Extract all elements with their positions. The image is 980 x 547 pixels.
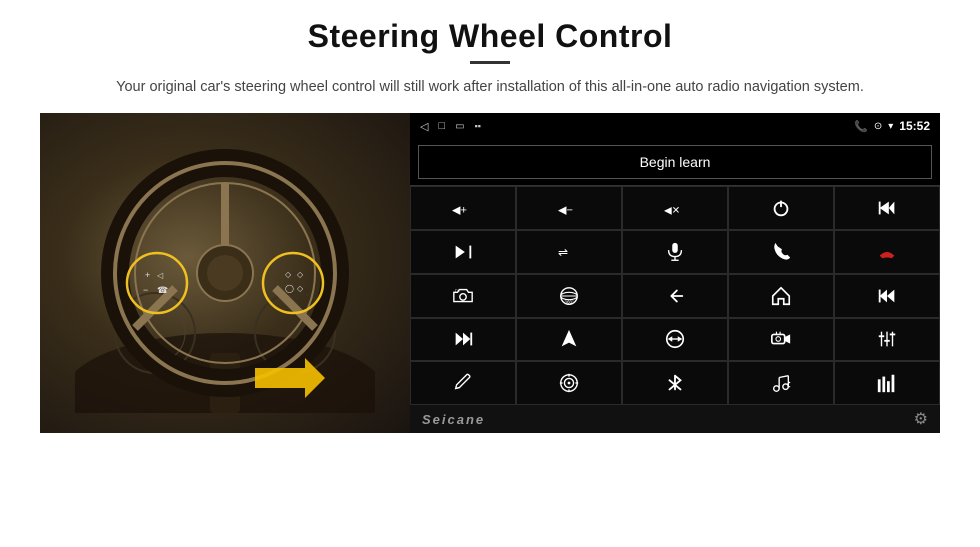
content-row: + − ◁ ☎ ◇ ◇ ◯ ◇ <box>40 113 940 433</box>
vol-down-button[interactable]: ◀− <box>516 186 622 230</box>
back-arrow-icon <box>664 285 686 307</box>
svg-text:◀+: ◀+ <box>452 205 467 217</box>
svg-text:◯: ◯ <box>285 284 294 293</box>
view-360-button[interactable]: 360° <box>516 274 622 318</box>
navigation-icon <box>558 328 580 350</box>
hang-up-button[interactable] <box>834 230 940 274</box>
navigation-button[interactable] <box>516 318 622 362</box>
pen-button[interactable] <box>410 361 516 405</box>
page: Steering Wheel Control Your original car… <box>0 0 980 547</box>
skip-back2-button[interactable] <box>834 274 940 318</box>
mute-icon: ◀✕ <box>664 197 686 219</box>
back-nav-icon[interactable]: ◁ <box>420 120 428 133</box>
svg-text:+: + <box>145 270 150 280</box>
android-panel: ◁ □ ▭ ▪▪ 📞 ⊙ ▾ 15:52 Begin learn <box>410 113 940 433</box>
control-grid: ◀+ ◀− ◀✕ <box>410 185 940 405</box>
equalizer-icon <box>876 328 898 350</box>
home-nav-icon[interactable]: □ <box>438 120 445 132</box>
begin-learn-row: Begin learn <box>410 139 940 185</box>
svg-text:◇: ◇ <box>297 270 304 279</box>
time-display: 15:52 <box>899 119 930 133</box>
eq-button[interactable] <box>834 318 940 362</box>
phone-icon <box>770 241 792 263</box>
audio-bars-button[interactable] <box>834 361 940 405</box>
dashcam-icon <box>770 328 792 350</box>
skip-fwd-icon <box>452 241 474 263</box>
power-icon <box>770 197 792 219</box>
svg-text:◀✕: ◀✕ <box>664 206 680 217</box>
prev-track-button[interactable] <box>834 186 940 230</box>
audio-bars-icon <box>876 372 898 394</box>
wifi-status-icon: ▾ <box>888 121 893 132</box>
phone-button[interactable] <box>728 230 834 274</box>
status-right: 📞 ⊙ ▾ 15:52 <box>854 119 930 133</box>
page-title: Steering Wheel Control <box>308 18 673 55</box>
music-button[interactable] <box>728 361 834 405</box>
svg-text:◀−: ◀− <box>558 205 573 217</box>
home-icon <box>770 285 792 307</box>
pen-icon <box>452 372 474 394</box>
android-bottom-bar: Seicane ⚙ <box>410 405 940 433</box>
swap-icon <box>664 328 686 350</box>
prev-track-icon <box>876 197 898 219</box>
dashcam-button[interactable] <box>728 318 834 362</box>
svg-text:☎: ☎ <box>157 285 168 295</box>
shuffle-button[interactable]: ⇌ <box>516 230 622 274</box>
settings-gear-icon[interactable]: ⚙ <box>914 409 928 429</box>
car-photo-inner: + − ◁ ☎ ◇ ◇ ◯ ◇ <box>40 113 410 433</box>
steering-wheel-svg: + − ◁ ☎ ◇ ◇ ◯ ◇ <box>75 133 375 413</box>
view-360-icon: 360° <box>558 285 580 307</box>
svg-text:360°: 360° <box>564 299 574 304</box>
mic-button[interactable] <box>622 230 728 274</box>
mic-icon <box>664 241 686 263</box>
target-icon <box>558 372 580 394</box>
skip-back2-icon <box>876 285 898 307</box>
vol-up-button[interactable]: ◀+ <box>410 186 516 230</box>
svg-text:⇌: ⇌ <box>558 245 568 259</box>
seicane-logo: Seicane <box>422 412 485 427</box>
status-left: ◁ □ ▭ ▪▪ <box>420 120 481 133</box>
fast-fwd-button[interactable] <box>410 318 516 362</box>
power-button[interactable] <box>728 186 834 230</box>
location-status-icon: ⊙ <box>874 121 882 132</box>
phone-status-icon: 📞 <box>854 120 868 133</box>
target-button[interactable] <box>516 361 622 405</box>
svg-text:◇: ◇ <box>285 270 292 279</box>
signal-icon: ▪▪ <box>475 121 481 131</box>
home-nav-button[interactable] <box>728 274 834 318</box>
swap-button[interactable] <box>622 318 728 362</box>
recent-nav-icon[interactable]: ▭ <box>455 121 464 132</box>
status-bar: ◁ □ ▭ ▪▪ 📞 ⊙ ▾ 15:52 <box>410 113 940 139</box>
title-divider <box>470 61 510 64</box>
svg-text:−: − <box>143 285 148 295</box>
bluetooth-button[interactable] <box>622 361 728 405</box>
bluetooth-icon <box>664 372 686 394</box>
camera-button[interactable]: ▷ <box>410 274 516 318</box>
hang-up-icon <box>876 241 898 263</box>
begin-learn-button[interactable]: Begin learn <box>418 145 932 179</box>
car-photo: + − ◁ ☎ ◇ ◇ ◯ ◇ <box>40 113 410 433</box>
subtitle: Your original car's steering wheel contr… <box>116 76 864 99</box>
svg-text:◇: ◇ <box>297 284 304 293</box>
vol-up-icon: ◀+ <box>452 197 474 219</box>
camera-icon: ▷ <box>452 285 474 307</box>
shuffle-icon: ⇌ <box>558 241 580 263</box>
music-icon <box>770 372 792 394</box>
skip-fwd-button[interactable] <box>410 230 516 274</box>
fast-fwd-icon <box>452 328 474 350</box>
svg-text:◁: ◁ <box>157 271 164 280</box>
mute-button[interactable]: ◀✕ <box>622 186 728 230</box>
vol-down-icon: ◀− <box>558 197 580 219</box>
back-nav-button[interactable] <box>622 274 728 318</box>
